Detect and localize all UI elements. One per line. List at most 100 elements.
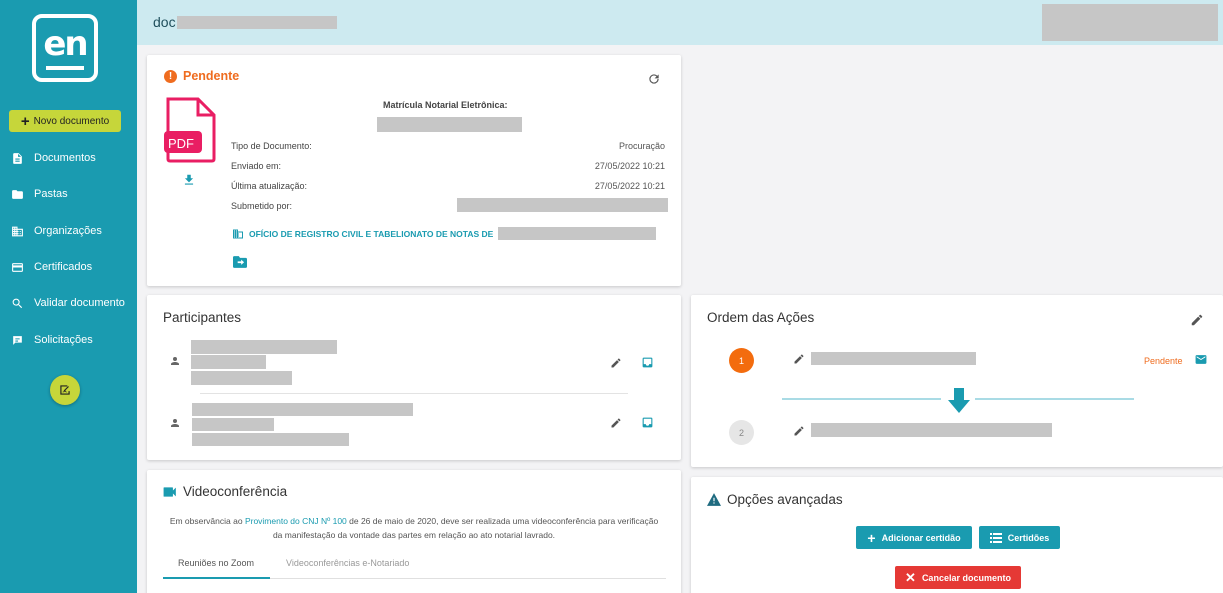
order-card: Ordem das Ações 1 Pendente 2 <box>691 295 1223 467</box>
sidebar-item-organizacoes[interactable]: Organizações <box>0 219 137 243</box>
sign-fab-button[interactable] <box>50 375 80 405</box>
sidebar-item-validar[interactable]: Validar documento <box>0 291 137 315</box>
video-title: Videoconferência <box>183 484 288 499</box>
participant-2-name <box>192 403 413 416</box>
matricula-label: Matrícula Notarial Eletrônica: <box>383 100 508 110</box>
office-link[interactable]: OFÍCIO DE REGISTRO CIVIL E TABELIONATO D… <box>232 227 657 240</box>
tipo-value: Procuração <box>618 141 665 151</box>
refresh-icon[interactable] <box>647 72 661 86</box>
participant-2-role <box>192 418 274 431</box>
sidebar-item-label: Validar documento <box>34 297 125 309</box>
building-icon <box>0 225 34 238</box>
step-1-badge: 1 <box>729 348 754 373</box>
participant-1-name <box>191 340 337 354</box>
warning-triangle-icon <box>707 493 721 506</box>
step-2-participant <box>811 423 1052 437</box>
app-logo[interactable]: en <box>32 14 98 82</box>
pen-icon <box>794 354 804 364</box>
plus-icon: + <box>20 112 30 130</box>
arrow-down-icon <box>948 388 970 413</box>
cancel-document-button[interactable]: ✕ Cancelar documento <box>895 566 1021 589</box>
plus-icon: + <box>867 529 876 546</box>
pen-icon <box>794 426 804 436</box>
sidebar-item-label: Solicitações <box>34 334 93 346</box>
sign-icon <box>60 385 70 395</box>
sidebar-item-label: Documentos <box>34 152 96 164</box>
person-icon <box>171 419 179 427</box>
document-icon <box>0 152 34 165</box>
inbox-icon[interactable] <box>641 416 654 429</box>
pdf-label: PDF <box>168 136 194 151</box>
submetido-value <box>457 198 668 212</box>
ultima-value: 27/05/2022 10:21 <box>594 181 665 191</box>
video-card: Videoconferência Em observância ao Provi… <box>147 470 681 593</box>
close-icon: ✕ <box>905 570 916 585</box>
provimento-link[interactable]: Provimento do CNJ Nº 100 <box>245 516 347 526</box>
edit-order-icon[interactable] <box>1190 313 1204 327</box>
step-1-status: Pendente <box>1144 356 1183 366</box>
cancel-document-label: Cancelar documento <box>921 572 1011 583</box>
new-document-label: Novo documento <box>33 115 110 127</box>
matricula-value <box>377 117 522 132</box>
sidebar-item-label: Organizações <box>34 225 102 237</box>
step-connector-right <box>975 398 1134 400</box>
tab-zoom[interactable]: Reuniões no Zoom <box>178 558 254 568</box>
advanced-options-card: Opções avançadas + Adicionar certidão Ce… <box>691 477 1223 593</box>
sidebar-item-pastas[interactable]: Pastas <box>0 182 137 206</box>
logo-text: en <box>43 24 88 64</box>
ultima-label: Última atualização: <box>231 181 308 191</box>
search-icon <box>0 297 34 310</box>
card-icon <box>0 261 34 274</box>
video-notice: Em observância ao Provimento do CNJ Nº 1… <box>167 514 661 542</box>
list-icon <box>989 532 1002 543</box>
person-icon <box>171 357 179 365</box>
document-title-prefix: doc <box>153 14 176 30</box>
participants-title: Participantes <box>163 310 242 325</box>
document-title: doc <box>153 14 337 30</box>
redacted-title <box>176 15 337 29</box>
certificates-label: Certidões <box>1007 532 1050 543</box>
tab-active-indicator <box>163 577 270 579</box>
sidebar-item-documentos[interactable]: Documentos <box>0 146 137 170</box>
office-label: OFÍCIO DE REGISTRO CIVIL E TABELIONATO D… <box>249 228 494 239</box>
sidebar: en + Novo documento Documentos Pastas Or… <box>0 0 137 593</box>
warning-icon: ! <box>164 69 177 83</box>
sidebar-item-certificados[interactable]: Certificados <box>0 255 137 279</box>
building-icon <box>233 229 243 238</box>
user-menu[interactable] <box>1042 4 1218 41</box>
certificates-button[interactable]: Certidões <box>979 526 1060 549</box>
participant-2-email <box>192 433 349 446</box>
move-to-folder-icon[interactable] <box>233 256 247 268</box>
sidebar-item-label: Pastas <box>34 188 68 200</box>
folder-icon <box>0 188 34 201</box>
pdf-file-icon: PDF <box>164 97 218 163</box>
step-2-badge: 2 <box>729 420 754 445</box>
tab-enotariado[interactable]: Videoconferências e-Notariado <box>286 558 409 568</box>
add-certificate-button[interactable]: + Adicionar certidão <box>856 526 972 549</box>
video-camera-icon <box>163 487 176 497</box>
status-header: ! Pendente <box>164 69 239 83</box>
email-icon[interactable] <box>1194 353 1208 366</box>
enviado-label: Enviado em: <box>231 161 282 171</box>
step-1-participant <box>811 352 976 365</box>
video-text-before: Em observância ao <box>169 516 245 526</box>
edit-icon[interactable] <box>610 357 622 369</box>
participant-1-email <box>191 371 292 385</box>
edit-icon[interactable] <box>610 417 622 429</box>
sidebar-item-solicitacoes[interactable]: Solicitações <box>0 328 137 352</box>
office-name-redacted <box>498 227 657 240</box>
inbox-icon[interactable] <box>641 356 654 369</box>
status-title: Pendente <box>183 69 240 83</box>
enviado-value: 27/05/2022 10:21 <box>594 161 665 171</box>
logo-underline <box>46 66 84 70</box>
order-title: Ordem das Ações <box>707 310 815 325</box>
download-icon[interactable] <box>182 172 196 188</box>
tipo-label: Tipo de Documento: <box>231 141 312 151</box>
add-certificate-label: Adicionar certidão <box>881 532 961 543</box>
request-icon <box>0 334 34 347</box>
status-card: ! Pendente PDF Matrícula Notarial Eletrô… <box>147 55 681 286</box>
submetido-label: Submetido por: <box>231 201 293 211</box>
options-title: Opções avançadas <box>727 492 843 507</box>
topbar: doc <box>137 0 1223 45</box>
new-document-button[interactable]: + Novo documento <box>9 110 121 132</box>
